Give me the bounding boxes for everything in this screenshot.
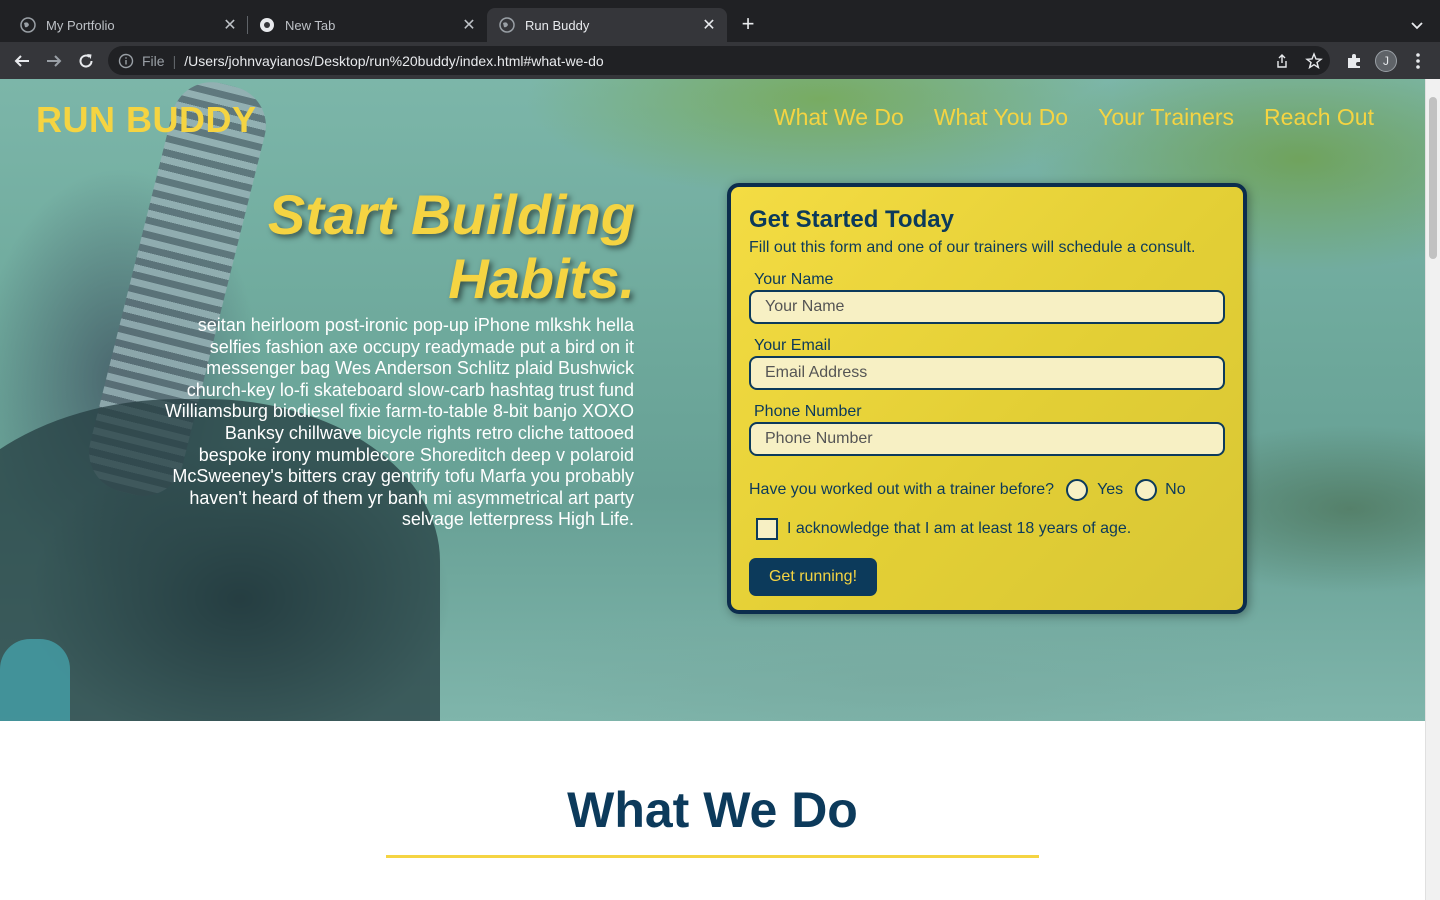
address-divider: |	[172, 52, 177, 69]
section-divider	[386, 855, 1039, 858]
nav-link-what-we-do[interactable]: What We Do	[774, 104, 904, 131]
yes-label: Yes	[1097, 481, 1124, 498]
share-icon[interactable]	[1270, 49, 1294, 73]
extensions-puzzle-icon[interactable]	[1342, 49, 1366, 73]
forward-arrow-icon[interactable]	[42, 49, 66, 73]
tab-strip: My Portfolio ✕ New Tab ✕ Run Buddy ✕ +	[0, 0, 1440, 42]
hero-headline-line1: Start Building	[267, 183, 635, 246]
globe-icon	[499, 17, 515, 33]
globe-icon	[20, 17, 36, 33]
tab-new-tab[interactable]: New Tab ✕	[249, 8, 487, 42]
name-label: Your Name	[754, 271, 834, 288]
tab-divider	[247, 16, 248, 34]
nav-link-what-you-do[interactable]: What You Do	[934, 104, 1068, 131]
browser-toolbar: File | /Users/johnvayianos/Desktop/run%2…	[0, 42, 1440, 80]
phone-input[interactable]	[749, 422, 1225, 456]
kebab-menu-icon[interactable]	[1406, 49, 1430, 73]
url-text[interactable]: /Users/johnvayianos/Desktop/run%20buddy/…	[184, 53, 603, 69]
close-tab-icon[interactable]: ✕	[220, 15, 240, 35]
tab-title: My Portfolio	[46, 17, 115, 33]
no-radio[interactable]	[1135, 479, 1158, 501]
phone-label: Phone Number	[754, 403, 862, 420]
page-viewport: RUN BUDDY What We Do What You Do Your Tr…	[0, 79, 1425, 900]
site-logo[interactable]: RUN BUDDY	[36, 99, 257, 141]
hero-headline: Start Building Habits.	[175, 183, 635, 311]
name-input[interactable]	[749, 290, 1225, 324]
tab-title: Run Buddy	[525, 17, 590, 33]
email-label: Your Email	[754, 337, 831, 354]
trainer-question-row: Have you worked out with a trainer befor…	[749, 477, 1225, 503]
close-tab-icon[interactable]: ✕	[699, 15, 719, 35]
get-running-button[interactable]: Get running!	[749, 558, 877, 596]
tab-search-chevron-icon[interactable]	[1406, 14, 1428, 36]
nav-link-your-trainers[interactable]: Your Trainers	[1098, 104, 1234, 131]
back-arrow-icon[interactable]	[10, 49, 34, 73]
form-subtitle: Fill out this form and one of our traine…	[749, 239, 1196, 256]
profile-avatar[interactable]: J	[1375, 50, 1397, 72]
reload-icon[interactable]	[74, 49, 98, 73]
age-ack-row: I acknowledge that I am at least 18 year…	[756, 518, 1225, 540]
hero-blurb: seitan heirloom post-ironic pop-up iPhon…	[164, 315, 634, 530]
what-we-do-heading: What We Do	[567, 782, 858, 838]
tab-run-buddy[interactable]: Run Buddy ✕	[487, 8, 727, 42]
bookmark-star-icon[interactable]	[1302, 49, 1326, 73]
email-input[interactable]	[749, 356, 1225, 390]
page-scrollbar[interactable]	[1425, 79, 1440, 900]
chrome-icon	[259, 17, 275, 33]
age-ack-label: I acknowledge that I am at least 18 year…	[787, 520, 1132, 537]
hero-photo-shoe	[0, 639, 70, 721]
yes-radio[interactable]	[1066, 479, 1089, 501]
form-title: Get Started Today	[749, 206, 954, 233]
no-label: No	[1165, 481, 1186, 498]
nav-link-reach-out[interactable]: Reach Out	[1264, 104, 1374, 131]
hero-headline-line2: Habits.	[448, 247, 635, 310]
tab-title: New Tab	[285, 17, 336, 33]
tab-my-portfolio[interactable]: My Portfolio ✕	[0, 8, 248, 42]
info-icon[interactable]	[118, 53, 134, 69]
get-started-form: Get Started Today Fill out this form and…	[727, 183, 1247, 614]
close-tab-icon[interactable]: ✕	[459, 15, 479, 35]
hero-section: RUN BUDDY What We Do What You Do Your Tr…	[0, 79, 1425, 721]
new-tab-plus-icon[interactable]: +	[736, 12, 760, 36]
scrollbar-thumb[interactable]	[1429, 97, 1437, 259]
address-bar[interactable]: File | /Users/johnvayianos/Desktop/run%2…	[108, 46, 1330, 75]
main-nav: What We Do What You Do Your Trainers Rea…	[774, 104, 1374, 131]
trainer-question: Have you worked out with a trainer befor…	[749, 481, 1055, 498]
scheme-label: File	[142, 52, 165, 69]
age-ack-checkbox[interactable]	[756, 518, 778, 540]
